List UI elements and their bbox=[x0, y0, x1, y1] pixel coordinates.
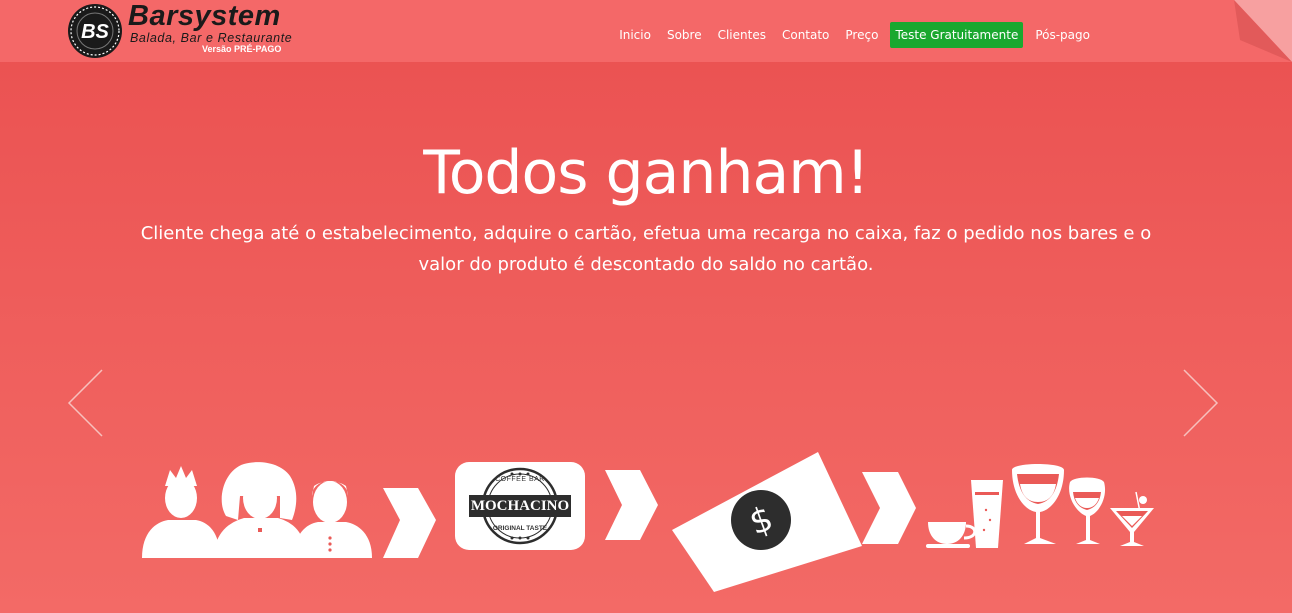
navbar: BS Barsystem Balada, Bar e Restaurante V… bbox=[0, 0, 1292, 62]
logo[interactable]: BS Barsystem Balada, Bar e Restaurante V… bbox=[66, 0, 356, 60]
nav-item-preco[interactable]: Preço bbox=[837, 24, 886, 46]
free-trial-button[interactable]: Teste Gratuitamente bbox=[890, 22, 1024, 48]
page-fold-corner-icon bbox=[1234, 0, 1292, 62]
nav-item-clientes[interactable]: Clientes bbox=[710, 24, 774, 46]
chevron-right-icon[interactable] bbox=[1180, 368, 1220, 438]
original-taste-label: ORIGINAL TASTE bbox=[492, 525, 548, 532]
hero-title: Todos ganham! bbox=[423, 138, 869, 208]
logo-badge-text: BS bbox=[81, 21, 109, 43]
nav-item-inicio[interactable]: Inicio bbox=[611, 24, 659, 46]
coffee-shop-name: MOCHACINO bbox=[469, 495, 571, 517]
nav-item-contato[interactable]: Contato bbox=[774, 24, 837, 46]
process-illustration: $ bbox=[142, 452, 1154, 592]
chevron-left-icon[interactable] bbox=[66, 368, 106, 438]
coffee-bar-logo: COFFEE BAR MOCHACINO ORIGINAL TASTE bbox=[455, 462, 585, 550]
nav-item-pos-pago[interactable]: Pós-pago bbox=[1027, 24, 1098, 46]
main-nav: Inicio Sobre Clientes Contato Preço Test… bbox=[611, 22, 1098, 48]
brand-version: Versão PRÉ-PAGO bbox=[202, 44, 282, 54]
brand-tagline: Balada, Bar e Restaurante bbox=[130, 31, 293, 45]
hero-description: Cliente chega até o estabelecimento, adq… bbox=[140, 223, 1152, 275]
logo-badge-icon: BS bbox=[68, 4, 122, 58]
coffee-bar-label: COFFEE BAR bbox=[495, 476, 545, 483]
coffee-bar-emblem: COFFEE BAR MOCHACINO ORIGINAL TASTE bbox=[469, 464, 571, 548]
nav-item-sobre[interactable]: Sobre bbox=[659, 24, 710, 46]
brand-name: Barsystem bbox=[128, 0, 281, 32]
money-bill-icon: $ bbox=[672, 452, 862, 592]
